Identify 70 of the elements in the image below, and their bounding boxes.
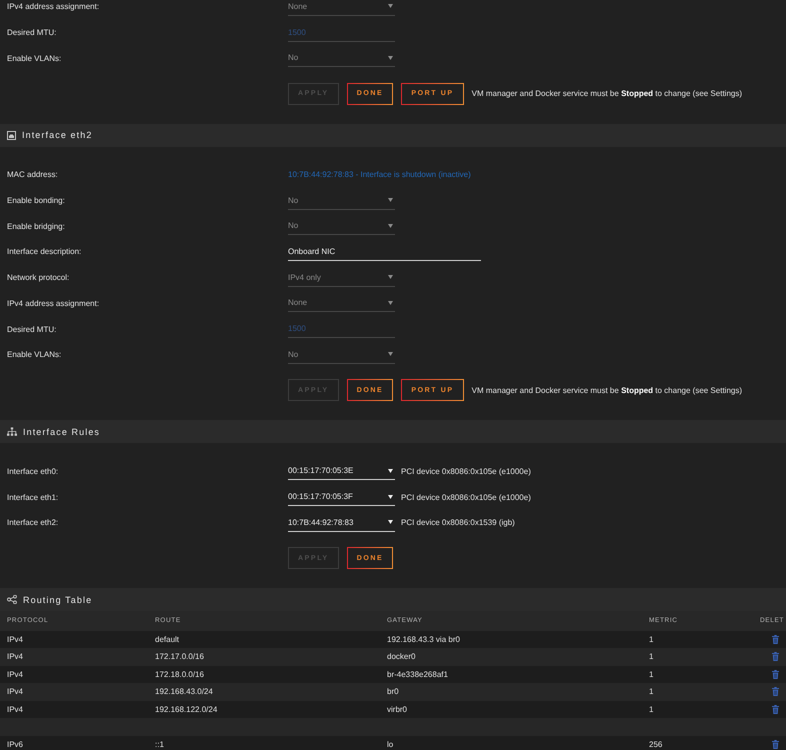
section-title: Routing Table	[23, 594, 92, 605]
trash-icon[interactable]	[772, 687, 779, 696]
table-cell-text: IPv4	[7, 652, 24, 662]
caret-icon	[388, 520, 393, 524]
caret-icon	[388, 56, 393, 60]
trash-icon[interactable]	[772, 634, 779, 644]
caret-icon	[388, 300, 393, 305]
field-label: Interface description:	[7, 247, 82, 256]
section-title: Interface Rules	[23, 426, 100, 437]
field-label: Enable VLANs:	[7, 350, 62, 360]
field-label: Network protocol:	[7, 273, 70, 282]
device-text: PCI device 0x8086:0x105e (e1000e)	[401, 492, 531, 502]
table-cell-text: 192.168.122.0/24	[155, 704, 218, 714]
table-cell-text: docker0	[387, 652, 416, 662]
caret-icon	[388, 352, 393, 356]
caret-icon	[388, 494, 393, 499]
ethernet-port-icon	[7, 130, 16, 140]
table-cell-text: IPv4	[7, 634, 24, 644]
mac-status-text: 10:7B:44:92:78:83 - Interface is shutdown (inactive)	[288, 170, 471, 180]
table-cell-text: IPv4	[7, 687, 24, 696]
field-label: Interface eth0:	[7, 466, 60, 476]
table-cell-text: 1	[649, 652, 654, 662]
caret-icon	[388, 4, 393, 8]
table-cell-text: 192.168.43.3 via br0	[387, 634, 461, 644]
table-cell-text: default	[155, 634, 180, 644]
table-cell-text: 1	[649, 687, 654, 696]
field-label: Interface eth2:	[7, 518, 60, 528]
dropdown[interactable]: 10:7B:44:92:78:83	[288, 514, 395, 532]
trash-icon[interactable]	[772, 670, 779, 679]
dropdown[interactable]: 00:15:17:70:05:3E	[288, 462, 395, 480]
field-label: IPv4 address assignment:	[7, 2, 100, 12]
trash-icon[interactable]	[772, 704, 779, 714]
trash-icon[interactable]	[772, 740, 779, 749]
table-cell-text: 1	[649, 670, 654, 679]
table-cell-text: IPv6	[7, 740, 24, 749]
table-cell-text: 172.18.0.0/16	[155, 670, 205, 679]
field-label: Enable VLANs:	[7, 54, 62, 63]
caret-icon	[388, 224, 393, 228]
caret-icon	[388, 198, 393, 202]
field-label: Desired MTU:	[7, 324, 58, 334]
sitemap-icon	[7, 427, 17, 436]
field-label: Enable bonding:	[7, 196, 66, 206]
table-cell-text: 192.168.43.0/24	[155, 687, 214, 696]
table-cell-text: virbr0	[387, 704, 408, 714]
device-text: PCI device 0x8086:0x105e (e1000e)	[401, 466, 531, 476]
section-title: Interface eth2	[22, 130, 92, 140]
field-label: MAC address:	[7, 170, 59, 180]
table-cell-text: br0	[387, 687, 400, 696]
caret-icon	[388, 275, 393, 280]
table-cell-text: ::1	[155, 740, 165, 749]
trash-icon[interactable]	[772, 652, 779, 662]
field-label: Desired MTU:	[7, 28, 58, 38]
table-cell-text: 1	[649, 704, 654, 714]
note-text: VM manager and Docker service must be Stopped to change (see Settings)	[472, 89, 742, 98]
table-cell-text: IPv4	[7, 704, 24, 714]
field-label: IPv4 address assignment:	[7, 298, 100, 308]
table-cell-text: IPv4	[7, 670, 24, 679]
field-label: Enable bridging:	[7, 222, 66, 231]
table-cell-text: 256	[649, 740, 664, 749]
table-cell-text: 1	[649, 634, 654, 644]
caret-icon	[388, 468, 393, 473]
dropdown[interactable]: 00:15:17:70:05:3F	[288, 488, 395, 506]
text-field[interactable]: Onboard NIC	[288, 242, 481, 261]
table-cell-text: 172.17.0.0/16	[155, 652, 205, 662]
note-text: VM manager and Docker service must be Stopped to change (see Settings)	[472, 386, 742, 395]
device-text: PCI device 0x8086:0x1539 (igb)	[401, 518, 515, 528]
share-icon	[7, 595, 17, 604]
field-label: Interface eth1:	[7, 492, 60, 502]
table-cell-text: br-4e338e268af1	[387, 670, 449, 679]
table-cell-text: lo	[387, 740, 394, 749]
